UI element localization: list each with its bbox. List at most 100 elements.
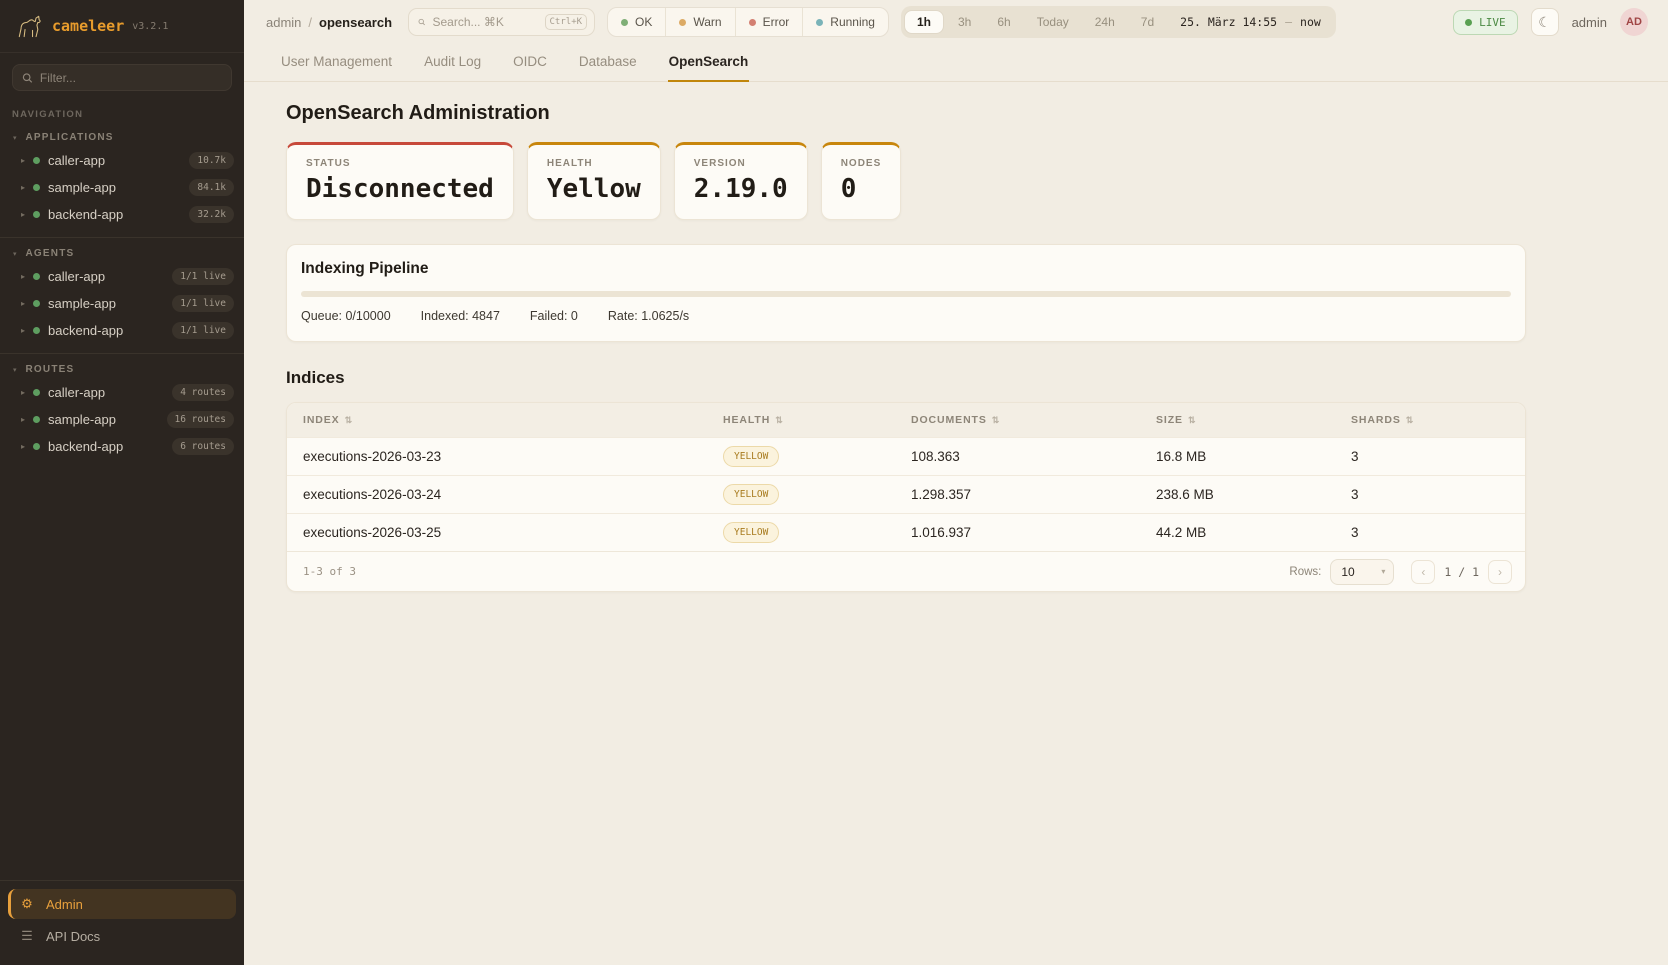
failed-stat: Failed: 0 [530, 309, 578, 323]
filter-chip-ok[interactable]: OK [608, 8, 665, 36]
sidebar-item-sample-app-agent[interactable]: ▸ sample-app 1/1 live [0, 290, 244, 317]
rows-per-page-select[interactable]: 10 ▾ [1330, 559, 1394, 585]
main-area: admin / opensearch Ctrl+K OK Warn [244, 0, 1668, 965]
ok-dot [621, 19, 628, 26]
column-header-index[interactable]: INDEX ⇅ [287, 414, 707, 426]
column-header-shards[interactable]: SHARDS ⇅ [1335, 414, 1525, 426]
sidebar-item-caller-app-agent[interactable]: ▸ caller-app 1/1 live [0, 263, 244, 290]
search-icon [418, 16, 425, 28]
breadcrumb-separator: / [308, 15, 312, 30]
sidebar-item-admin[interactable]: ⚙ Admin [8, 889, 236, 919]
nav-heading: NAVIGATION [12, 109, 232, 120]
documents-cell: 108.363 [895, 449, 1140, 464]
filter-chip-error[interactable]: Error [735, 8, 803, 36]
filter-chip-running[interactable]: Running [802, 8, 888, 36]
breadcrumb-parent[interactable]: admin [266, 15, 301, 30]
sidebar-item-caller-app-routes[interactable]: ▸ caller-app 4 routes [0, 379, 244, 406]
health-cell: YELLOW [707, 484, 895, 505]
breadcrumb: admin / opensearch [266, 15, 392, 30]
nav-section-header-routes[interactable]: ▾ ROUTES [0, 358, 244, 379]
routes-badge: 6 routes [172, 438, 234, 455]
sidebar-item-api-docs[interactable]: ☰ API Docs [8, 921, 236, 951]
tab-audit-log[interactable]: Audit Log [423, 44, 482, 81]
list-icon: ☰ [20, 928, 34, 944]
sidebar-item-backend-app[interactable]: ▸ backend-app 32.2k [0, 201, 244, 228]
pipeline-progress-bar [301, 291, 1511, 297]
nav-section-header-applications[interactable]: ▾ APPLICATIONS [0, 126, 244, 147]
table-header-row: INDEX ⇅ HEALTH ⇅ DOCUMENTS ⇅ SIZE ⇅ [287, 403, 1525, 437]
theme-toggle-button[interactable]: ☾ [1531, 8, 1559, 36]
range-7d-button[interactable]: 7d [1129, 11, 1166, 33]
sidebar-item-backend-app-agent[interactable]: ▸ backend-app 1/1 live [0, 317, 244, 344]
filter-chip-warn[interactable]: Warn [665, 8, 734, 36]
time-range-control: 1h 3h 6h Today 24h 7d 25. März 14:55 — n… [901, 6, 1336, 38]
chevron-right-icon: ▸ [21, 156, 25, 165]
moon-icon: ☾ [1538, 14, 1551, 31]
tab-user-management[interactable]: User Management [280, 44, 393, 81]
index-name-cell: executions-2026-03-24 [287, 487, 707, 502]
column-header-documents[interactable]: DOCUMENTS ⇅ [895, 414, 1140, 426]
sidebar-item-backend-app-routes[interactable]: ▸ backend-app 6 routes [0, 433, 244, 460]
live-status-badge[interactable]: LIVE [1453, 10, 1518, 35]
sidebar-item-sample-app-routes[interactable]: ▸ sample-app 16 routes [0, 406, 244, 433]
tab-opensearch[interactable]: OpenSearch [668, 44, 750, 82]
queue-stat: Queue: 0/10000 [301, 309, 391, 323]
status-dot [33, 300, 40, 307]
stat-cards: STATUS Disconnected HEALTH Yellow VERSIO… [286, 142, 1526, 220]
sidebar-filter-input[interactable] [40, 71, 222, 85]
rate-stat: Rate: 1.0625/s [608, 309, 689, 323]
date-range-display[interactable]: 25. März 14:55 — now [1168, 15, 1333, 29]
count-badge: 84.1k [189, 179, 234, 196]
next-page-button[interactable]: › [1488, 560, 1512, 584]
table-row[interactable]: executions-2026-03-24 YELLOW 1.298.357 2… [287, 475, 1525, 513]
range-3h-button[interactable]: 3h [946, 11, 983, 33]
nav-section-routes: ▾ ROUTES ▸ caller-app 4 routes ▸ sample-… [0, 358, 244, 460]
breadcrumb-current: opensearch [319, 15, 392, 30]
stat-card-version: VERSION 2.19.0 [674, 142, 808, 220]
range-today-button[interactable]: Today [1025, 11, 1081, 33]
sidebar-item-sample-app[interactable]: ▸ sample-app 84.1k [0, 174, 244, 201]
nav-section-header-agents[interactable]: ▾ AGENTS [0, 242, 244, 263]
sidebar-item-label: Admin [46, 897, 83, 912]
range-24h-button[interactable]: 24h [1083, 11, 1127, 33]
date-range-separator: — [1285, 15, 1292, 29]
page-content: OpenSearch Administration STATUS Disconn… [286, 82, 1526, 592]
chevron-down-icon: ▾ [1381, 567, 1385, 576]
indexing-pipeline-card: Indexing Pipeline Queue: 0/10000 Indexed… [286, 244, 1526, 342]
warn-dot [679, 19, 686, 26]
shortcut-badge: Ctrl+K [545, 14, 588, 30]
chevron-right-icon: ▸ [21, 183, 25, 192]
indices-heading: Indices [286, 368, 1526, 388]
sidebar-item-caller-app[interactable]: ▸ caller-app 10.7k [0, 147, 244, 174]
shards-cell: 3 [1335, 449, 1525, 464]
table-row[interactable]: executions-2026-03-25 YELLOW 1.016.937 4… [287, 513, 1525, 551]
routes-badge: 4 routes [172, 384, 234, 401]
search-input[interactable] [432, 15, 537, 29]
table-row[interactable]: executions-2026-03-23 YELLOW 108.363 16.… [287, 437, 1525, 475]
gear-icon: ⚙ [20, 896, 34, 912]
chevron-right-icon: ▸ [21, 210, 25, 219]
status-dot [33, 273, 40, 280]
tab-oidc[interactable]: OIDC [512, 44, 548, 81]
avatar[interactable]: AD [1620, 8, 1648, 36]
sidebar-filter [12, 64, 232, 91]
column-header-health[interactable]: HEALTH ⇅ [707, 414, 895, 426]
health-badge: YELLOW [723, 484, 779, 505]
shards-cell: 3 [1335, 487, 1525, 502]
running-dot [816, 19, 823, 26]
health-cell: YELLOW [707, 522, 895, 543]
tab-database[interactable]: Database [578, 44, 638, 81]
shards-cell: 3 [1335, 525, 1525, 540]
chevron-right-icon: ▸ [21, 388, 25, 397]
live-badge: 1/1 live [172, 268, 234, 285]
range-1h-button[interactable]: 1h [904, 10, 944, 34]
chevron-down-icon: ▾ [13, 250, 17, 258]
health-badge: YELLOW [723, 522, 779, 543]
nav-section-applications: ▾ APPLICATIONS ▸ caller-app 10.7k ▸ samp… [0, 126, 244, 228]
size-cell: 44.2 MB [1140, 525, 1335, 540]
sidebar-footer: ⚙ Admin ☰ API Docs [0, 880, 244, 965]
column-header-size[interactable]: SIZE ⇅ [1140, 414, 1335, 426]
prev-page-button[interactable]: ‹ [1411, 560, 1435, 584]
range-6h-button[interactable]: 6h [985, 11, 1022, 33]
status-dot [33, 184, 40, 191]
